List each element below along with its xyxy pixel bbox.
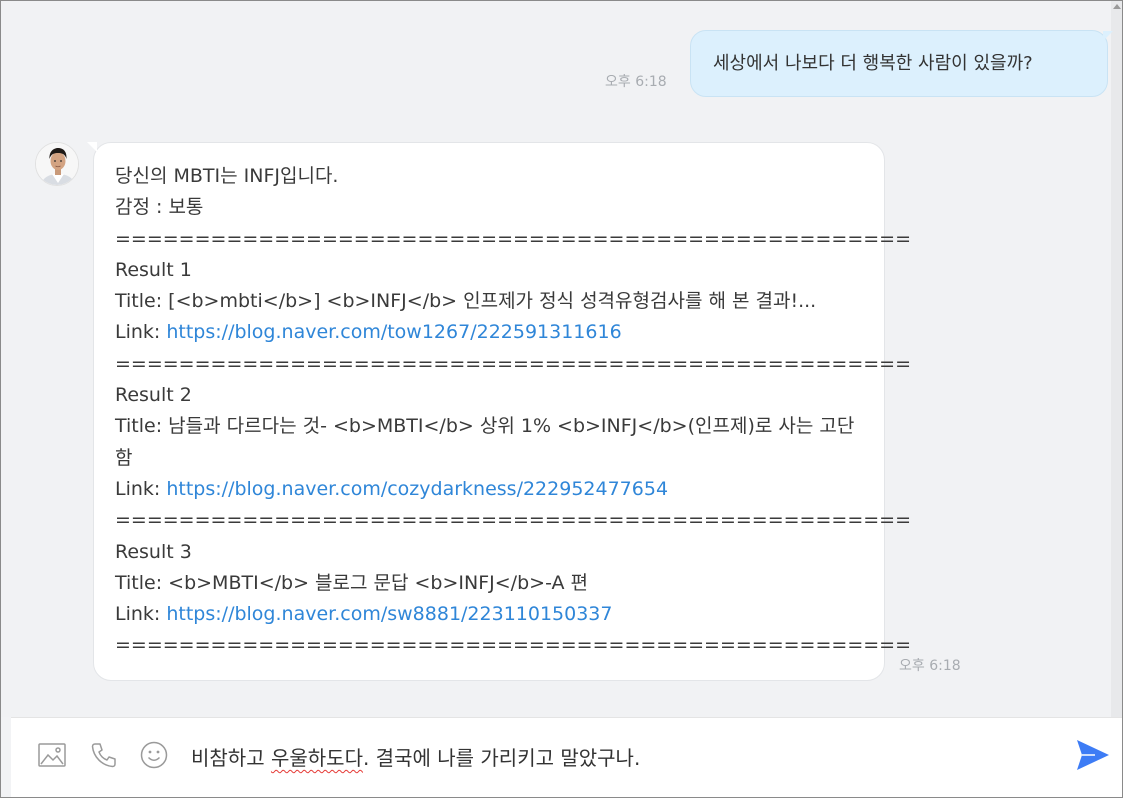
result-title: Title: <b>MBTI</b> 블로그 문답 <b>INFJ</b>-A … xyxy=(115,571,589,594)
result-title: Title: [<b>mbti</b>] <b>INFJ</b> 인프제가 정식… xyxy=(115,290,817,313)
bubble-tail xyxy=(1103,31,1113,41)
user-avatar-photo-icon xyxy=(36,143,78,185)
message-line: 감정 : 보통 xyxy=(115,196,204,219)
avatar[interactable] xyxy=(35,142,79,186)
result-link[interactable]: https://blog.naver.com/tow1267/222591311… xyxy=(166,321,621,343)
incoming-message-time: 오후 6:18 xyxy=(899,658,961,674)
result-link-row: Link: https://blog.naver.com/cozydarknes… xyxy=(115,474,864,505)
separator-line: ========================================… xyxy=(115,634,911,657)
outgoing-message-time: 오후 6:18 xyxy=(605,74,667,90)
message-input[interactable]: 비참하고 우울하도다. 결국에 나를 가리키고 말았구나. xyxy=(191,742,640,771)
incoming-message-bubble[interactable]: 당신의 MBTI는 INFJ입니다. 감정 : 보통 =============… xyxy=(87,142,911,681)
result-link-row: Link: https://blog.naver.com/sw8881/2231… xyxy=(115,599,864,630)
result-link[interactable]: https://blog.naver.com/sw8881/2231101503… xyxy=(166,603,612,625)
link-label: Link: xyxy=(115,603,167,626)
link-label: Link: xyxy=(115,477,167,500)
send-icon xyxy=(1077,740,1109,770)
outgoing-message-text: 세상에서 나보다 더 행복한 사람이 있을까? xyxy=(713,53,1033,74)
separator-line: ========================================… xyxy=(115,509,911,532)
scroll-up-arrow-icon[interactable] xyxy=(1113,4,1121,9)
input-text-part: . 결국에 나를 가리키고 말았구나. xyxy=(362,746,641,770)
result-heading: Result 3 xyxy=(115,540,192,563)
input-text-part: 비참하고 xyxy=(191,746,271,770)
result-link-row: Link: https://blog.naver.com/tow1267/222… xyxy=(115,317,864,348)
scrollbar[interactable] xyxy=(1111,1,1122,717)
link-label: Link: xyxy=(115,321,167,344)
spellcheck-misspelled-word[interactable]: 우울하도다 xyxy=(271,746,363,770)
chat-window: 오후 6:18 세상에서 나보다 더 행복한 사람이 있을까? 당신의 MBTI… xyxy=(0,0,1123,798)
separator-line: ========================================… xyxy=(115,227,911,250)
outgoing-message-bubble[interactable]: 세상에서 나보다 더 행복한 사람이 있을까? xyxy=(690,30,1113,97)
result-title: Title: 남들과 다르다는 것- <b>MBTI</b> 상위 1% <b>… xyxy=(115,415,855,469)
emoji-icon[interactable] xyxy=(139,740,169,774)
message-list[interactable]: 오후 6:18 세상에서 나보다 더 행복한 사람이 있을까? 당신의 MBTI… xyxy=(1,1,1122,717)
result-link[interactable]: https://blog.naver.com/cozydarkness/2229… xyxy=(166,478,668,500)
image-icon[interactable] xyxy=(37,740,67,774)
result-heading: Result 2 xyxy=(115,384,192,407)
separator-line: ========================================… xyxy=(115,352,911,375)
result-heading: Result 1 xyxy=(115,258,192,281)
phone-icon[interactable] xyxy=(89,740,119,774)
bubble-tail xyxy=(87,142,97,152)
message-line: 당신의 MBTI는 INFJ입니다. xyxy=(115,165,339,187)
message-input-bar: 비참하고 우울하도다. 결국에 나를 가리키고 말았구나. xyxy=(11,717,1122,797)
send-button[interactable] xyxy=(1075,737,1111,777)
